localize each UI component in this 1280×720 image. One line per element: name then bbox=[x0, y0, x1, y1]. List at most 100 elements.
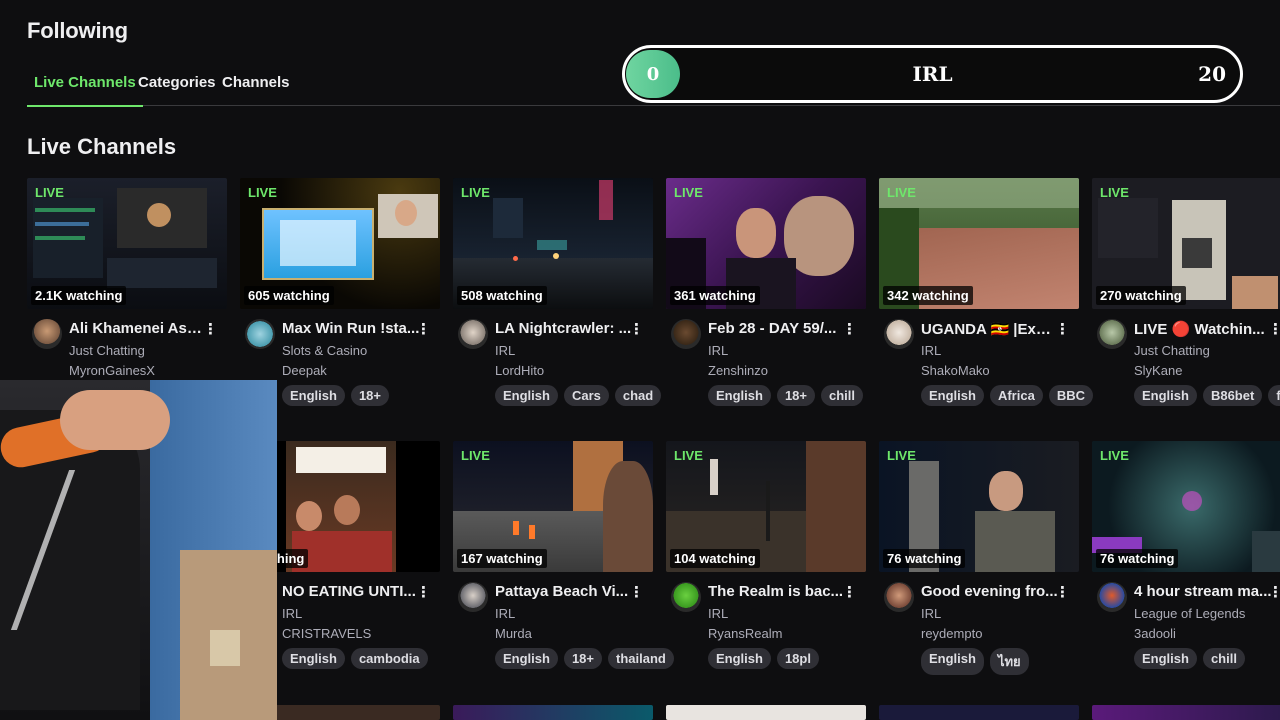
more-options-icon[interactable]: ⋮ bbox=[629, 320, 644, 338]
stream-title[interactable]: Ali Khamenei Ass... bbox=[69, 320, 207, 337]
tag-chip[interactable]: chill bbox=[821, 385, 864, 406]
stream-category[interactable]: Just Chatting bbox=[1134, 343, 1210, 358]
tag-chip[interactable]: English bbox=[708, 385, 771, 406]
stream-thumbnail[interactable]: LIVE 605 watching bbox=[240, 178, 440, 309]
stream-card[interactable]: LIVE 167 watching Pattaya Beach Vi... ⋮ I… bbox=[453, 441, 674, 669]
stream-category[interactable]: IRL bbox=[708, 343, 728, 358]
stream-title[interactable]: Good evening fro... bbox=[921, 583, 1059, 600]
stream-category[interactable]: Just Chatting bbox=[69, 343, 145, 358]
more-options-icon[interactable]: ⋮ bbox=[1268, 583, 1280, 601]
tag-chip[interactable]: English bbox=[1134, 648, 1197, 669]
stream-thumbnail[interactable]: LIVE 76 watching bbox=[879, 441, 1079, 572]
channel-name[interactable]: MyronGainesX bbox=[69, 363, 155, 378]
stream-title[interactable]: LA Nightcrawler: ... bbox=[495, 320, 633, 337]
more-options-icon[interactable]: ⋮ bbox=[842, 320, 857, 338]
tag-chip[interactable]: 18pl bbox=[776, 648, 819, 669]
channel-avatar[interactable] bbox=[458, 582, 488, 612]
stream-card[interactable]: LIVE 361 watching Feb 28 - DAY 59/... ⋮ I… bbox=[666, 178, 866, 406]
stream-card[interactable]: LIVE 104 watching The Realm is bac... ⋮ I… bbox=[666, 441, 866, 669]
stream-category[interactable]: IRL bbox=[495, 343, 515, 358]
stream-category[interactable]: Slots & Casino bbox=[282, 343, 367, 358]
channel-name[interactable]: Zenshinzo bbox=[708, 363, 768, 378]
tag-chip[interactable]: English bbox=[708, 648, 771, 669]
tag-chip[interactable]: Africa bbox=[989, 385, 1043, 406]
channel-avatar[interactable] bbox=[671, 582, 701, 612]
stream-category[interactable]: IRL bbox=[921, 606, 941, 621]
tab-live-channels[interactable]: Live Channels bbox=[27, 74, 143, 107]
stream-thumbnail[interactable]: LIVE 76 watching bbox=[1092, 441, 1280, 572]
stream-card[interactable]: LIVE 605 watching Max Win Run !sta... ⋮ S… bbox=[240, 178, 440, 406]
stream-category[interactable]: League of Legends bbox=[1134, 606, 1245, 621]
channel-avatar[interactable] bbox=[884, 582, 914, 612]
channel-name[interactable]: reydempto bbox=[921, 626, 982, 641]
tag-chip[interactable]: 18+ bbox=[350, 385, 390, 406]
stream-thumbnail-partial[interactable] bbox=[879, 705, 1079, 720]
more-options-icon[interactable]: ⋮ bbox=[416, 583, 431, 601]
stream-card[interactable]: LIVE 270 watching LIVE 🔴 Watchin... ⋮ Jus… bbox=[1092, 178, 1280, 406]
tag-chip[interactable]: chill bbox=[1202, 648, 1245, 669]
channel-name[interactable]: 3adooli bbox=[1134, 626, 1176, 641]
stream-thumbnail[interactable]: LIVE 508 watching bbox=[453, 178, 653, 309]
channel-avatar[interactable] bbox=[1097, 319, 1127, 349]
stream-thumbnail-partial[interactable] bbox=[453, 705, 653, 720]
channel-name[interactable]: RyansRealm bbox=[708, 626, 782, 641]
tag-chip[interactable]: English bbox=[282, 385, 345, 406]
channel-avatar[interactable] bbox=[32, 319, 62, 349]
stream-category[interactable]: IRL bbox=[921, 343, 941, 358]
more-options-icon[interactable]: ⋮ bbox=[1268, 320, 1280, 338]
stream-card[interactable]: LIVE 76 watching 4 hour stream ma... ⋮ Le… bbox=[1092, 441, 1280, 669]
tag-chip[interactable]: 18+ bbox=[776, 385, 816, 406]
stream-thumbnail[interactable]: LIVE 361 watching bbox=[666, 178, 866, 309]
stream-category[interactable]: IRL bbox=[282, 606, 302, 621]
more-options-icon[interactable]: ⋮ bbox=[1055, 320, 1070, 338]
channel-avatar[interactable] bbox=[884, 319, 914, 349]
tag-chip[interactable]: food bbox=[1268, 385, 1280, 406]
tag-chip[interactable]: BBC bbox=[1048, 385, 1093, 406]
channel-name[interactable]: Murda bbox=[495, 626, 532, 641]
tab-categories[interactable]: Categories bbox=[131, 74, 223, 105]
more-options-icon[interactable]: ⋮ bbox=[203, 320, 218, 338]
tag-chip[interactable]: English bbox=[282, 648, 345, 669]
tag-chip[interactable]: English bbox=[495, 385, 558, 406]
tag-chip[interactable]: Cars bbox=[563, 385, 609, 406]
stream-thumbnail[interactable]: LIVE 270 watching bbox=[1092, 178, 1280, 309]
more-options-icon[interactable]: ⋮ bbox=[1055, 583, 1070, 601]
stream-thumbnail[interactable]: LIVE 342 watching bbox=[879, 178, 1079, 309]
channel-avatar[interactable] bbox=[458, 319, 488, 349]
stream-thumbnail[interactable]: LIVE 104 watching bbox=[666, 441, 866, 572]
tag-chip[interactable]: ไทย bbox=[989, 648, 1029, 675]
stream-thumbnail-partial[interactable] bbox=[1092, 705, 1280, 720]
stream-category[interactable]: IRL bbox=[495, 606, 515, 621]
channel-name[interactable]: CRISTRAVELS bbox=[282, 626, 371, 641]
tag-chip[interactable]: thailand bbox=[608, 648, 674, 669]
tag-chip[interactable]: cambodia bbox=[350, 648, 428, 669]
stream-thumbnail[interactable]: LIVE 167 watching bbox=[453, 441, 653, 572]
stream-thumbnail[interactable]: LIVE 2.1K watching bbox=[27, 178, 227, 309]
tag-chip[interactable]: English bbox=[495, 648, 558, 669]
more-options-icon[interactable]: ⋮ bbox=[842, 583, 857, 601]
channel-avatar[interactable] bbox=[245, 319, 275, 349]
stream-card[interactable]: LIVE 342 watching UGANDA 🇺🇬 |Expl... ⋮ IR… bbox=[879, 178, 1093, 406]
stream-title[interactable]: Max Win Run !sta... bbox=[282, 320, 420, 337]
stream-card[interactable]: LIVE 76 watching Good evening fro... ⋮ IR… bbox=[879, 441, 1079, 675]
tag-chip[interactable]: English bbox=[921, 648, 984, 675]
channel-name[interactable]: SlyKane bbox=[1134, 363, 1182, 378]
channel-name[interactable]: LordHito bbox=[495, 363, 544, 378]
channel-avatar[interactable] bbox=[1097, 582, 1127, 612]
stream-title[interactable]: Pattaya Beach Vi... bbox=[495, 583, 633, 600]
channel-name[interactable]: ShakoMako bbox=[921, 363, 990, 378]
stream-thumbnail-partial[interactable] bbox=[666, 705, 866, 720]
stream-title[interactable]: LIVE 🔴 Watchin... bbox=[1134, 320, 1272, 338]
stream-title[interactable]: NO EATING UNTI... bbox=[282, 583, 420, 600]
category-range-slider[interactable]: 0 IRL 20 bbox=[622, 45, 1243, 103]
tag-chip[interactable]: English bbox=[1134, 385, 1197, 406]
stream-category[interactable]: IRL bbox=[708, 606, 728, 621]
more-options-icon[interactable]: ⋮ bbox=[416, 320, 431, 338]
tag-chip[interactable]: English bbox=[921, 385, 984, 406]
channel-name[interactable]: Deepak bbox=[282, 363, 327, 378]
stream-card[interactable]: LIVE 2.1K watching Ali Khamenei Ass... ⋮ … bbox=[27, 178, 227, 406]
stream-title[interactable]: 4 hour stream ma... bbox=[1134, 583, 1272, 600]
stream-title[interactable]: Feb 28 - DAY 59/... bbox=[708, 320, 846, 337]
tag-chip[interactable]: 18+ bbox=[563, 648, 603, 669]
tag-chip[interactable]: chad bbox=[614, 385, 662, 406]
